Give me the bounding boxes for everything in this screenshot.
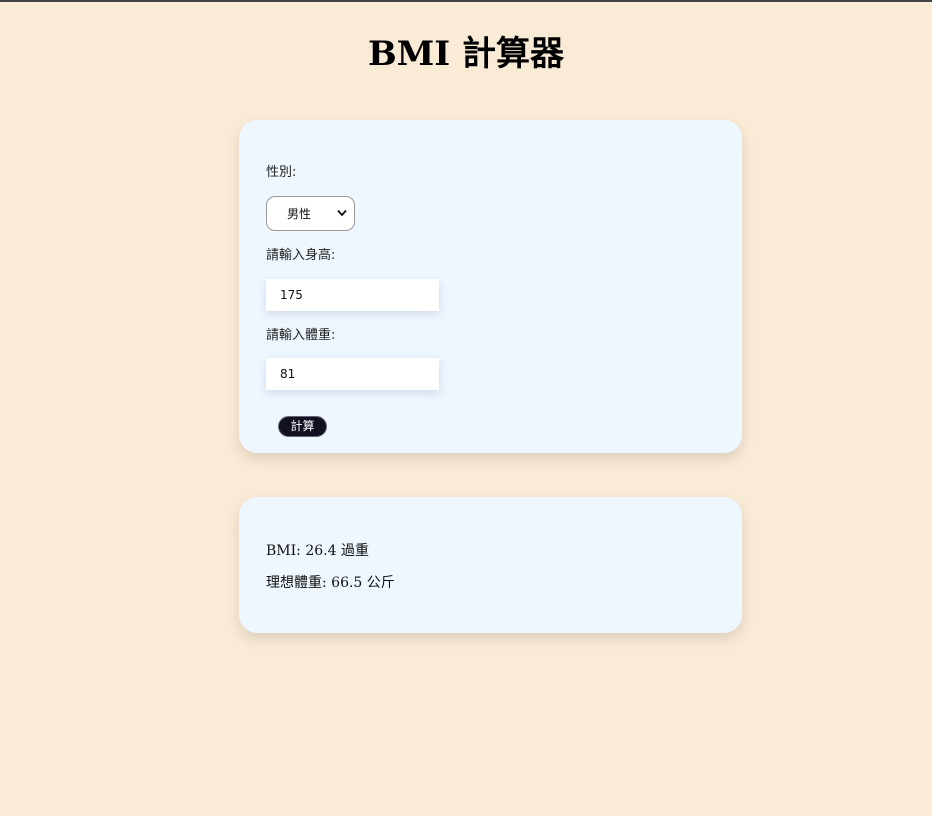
height-label: 請輸入身高: bbox=[266, 248, 336, 263]
bmi-form-card: 性別: 男性 請輸入身高: 175 請輸入體重: 81 計算 bbox=[239, 120, 742, 453]
page-title: BMI 計算器 bbox=[367, 34, 565, 74]
gender-select[interactable]: 男性 bbox=[266, 196, 355, 231]
result-card: BMI: 26.4 過重 理想體重: 66.5 公斤 bbox=[239, 497, 742, 633]
height-input[interactable]: 175 bbox=[266, 279, 439, 311]
height-input-value: 175 bbox=[280, 288, 303, 302]
ideal-weight-result: 理想體重: 66.5 公斤 bbox=[266, 575, 395, 591]
weight-input[interactable]: 81 bbox=[266, 358, 439, 390]
weight-label: 請輸入體重: bbox=[266, 328, 336, 343]
gender-select-value: 男性 bbox=[287, 207, 312, 221]
calculate-button[interactable]: 計算 bbox=[278, 416, 327, 437]
bmi-result: BMI: 26.4 過重 bbox=[266, 543, 369, 559]
gender-label: 性別: bbox=[266, 165, 297, 180]
chevron-down-icon bbox=[337, 209, 347, 217]
weight-input-value: 81 bbox=[280, 367, 296, 381]
